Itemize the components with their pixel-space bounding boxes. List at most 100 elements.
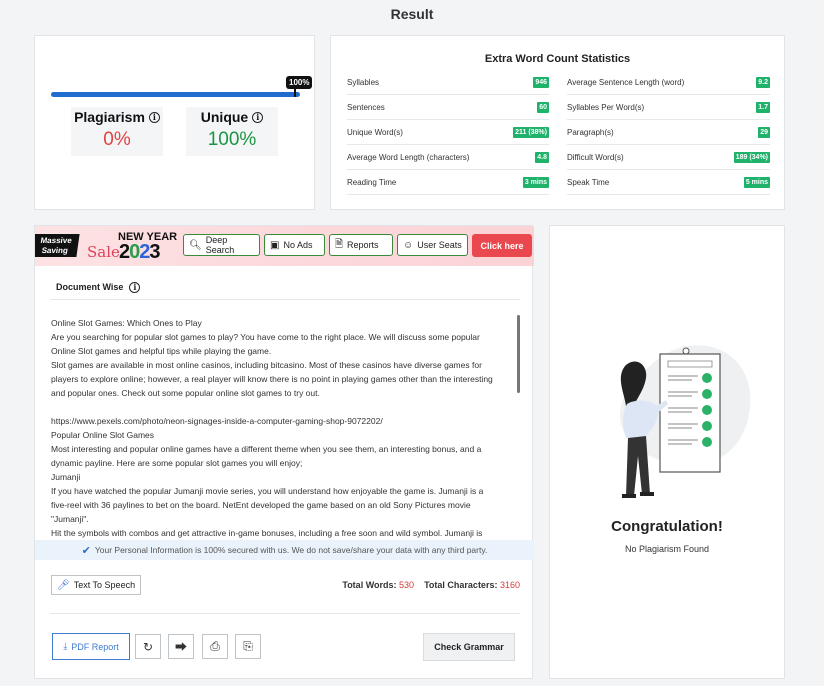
- document-line: Most interesting and popular online game…: [51, 444, 482, 454]
- user-icon: ☺: [403, 239, 414, 251]
- stat-value-badge: 1.7: [756, 101, 770, 113]
- microphone-icon: 🎤︎: [57, 579, 70, 591]
- document-line: [51, 400, 517, 414]
- stat-row: Speak Time 5 mins: [567, 170, 770, 195]
- stat-label: Syllables Per Word(s): [567, 102, 645, 112]
- stat-label: Syllables: [347, 77, 380, 87]
- unique-metric: Unique i 100%: [186, 107, 278, 156]
- stat-value-badge: 4.8: [535, 151, 549, 163]
- stat-value-badge: 60: [537, 101, 549, 113]
- unique-label: Unique: [200, 109, 249, 125]
- stat-value-badge: 5 mins: [743, 176, 770, 188]
- print-icon: ⎙: [210, 639, 220, 653]
- click-here-button[interactable]: Click here: [472, 234, 532, 257]
- print-button[interactable]: ⎙: [202, 634, 228, 659]
- info-icon[interactable]: i: [252, 111, 264, 123]
- no-ads-button[interactable]: ▣ No Ads: [264, 234, 325, 256]
- document-line: and popular ones. Check out some popular…: [51, 388, 320, 398]
- stat-label: Difficult Word(s): [567, 152, 624, 162]
- document-line: Popular Online Slot Games: [51, 430, 154, 440]
- stat-value-badge: 211 (38%): [513, 126, 549, 138]
- stat-label: Average Word Length (characters): [347, 152, 470, 162]
- total-words: 530: [399, 580, 415, 590]
- user-seats-button[interactable]: ☺ User Seats: [397, 234, 468, 256]
- document-line: If you have watched the popular Jumanji …: [51, 486, 484, 496]
- document-text[interactable]: Online Slot Games: Which Ones to Play Are…: [51, 316, 517, 539]
- download-icon: ⤓: [63, 641, 68, 651]
- stat-value-badge: 946: [533, 76, 549, 88]
- document-line: Slot games are available in most online …: [51, 360, 482, 370]
- plagiarism-value: 0%: [103, 129, 131, 150]
- privacy-notice: ✔ Your Personal Information is 100% secu…: [35, 540, 534, 560]
- action-bar: ⤓ PDF Report ↻ ⮕ ⎙ ⎘ Check Grammar: [52, 632, 522, 662]
- document-line: Online Slot Games: Which Ones to Play: [51, 318, 202, 328]
- stat-value-badge: 9.2: [756, 76, 770, 88]
- stat-label: Sentences: [347, 102, 385, 112]
- result-card: 100% Plagiarism i 0% Unique i 100%: [34, 35, 315, 210]
- stat-row: Paragraph(s) 29: [567, 120, 770, 145]
- reports-button[interactable]: 🗎 Reports: [329, 234, 393, 256]
- stat-value-badge: 3 mins: [522, 176, 549, 188]
- total-characters: 3160: [499, 580, 520, 590]
- progress-fill: [51, 92, 300, 97]
- ad-block-icon: ▣: [270, 239, 280, 251]
- plagiarism-label: Plagiarism: [74, 109, 145, 125]
- deep-search-button[interactable]: 🔍︎ Deep Search: [183, 234, 260, 256]
- document-line: Are you searching for popular slot games…: [51, 332, 480, 342]
- search-icon: 🔍︎: [189, 239, 202, 251]
- stats-title: Extra Word Count Statistics: [484, 53, 631, 65]
- progress-bar: [51, 92, 300, 97]
- share-icon: ⮕: [174, 640, 187, 654]
- checklist-illustration: [620, 345, 751, 498]
- year-text: 2023: [119, 241, 161, 263]
- page-title: Result: [390, 6, 434, 22]
- stat-label: Reading Time: [347, 177, 397, 187]
- document-line: five-reel with 36 paylines to bet on the…: [51, 500, 471, 510]
- stat-row: Syllables Per Word(s) 1.7: [567, 95, 770, 120]
- share-button[interactable]: ⮕: [168, 634, 194, 659]
- stat-label: Average Sentence Length (word): [567, 77, 685, 87]
- stat-label: Speak Time: [567, 177, 610, 187]
- massive-saving-tag: Massive Saving: [35, 234, 80, 257]
- document-line: Online Slot games and helpful tips while…: [51, 346, 272, 356]
- document-line: players to explore online; however, a re…: [51, 374, 493, 384]
- reload-button[interactable]: ↻: [135, 634, 161, 659]
- promo-banner[interactable]: Massive Saving NEW YEAR Sale 2023 🔍︎ Dee…: [35, 226, 534, 266]
- stat-value-badge: 189 (34%): [733, 151, 770, 163]
- no-plagiarism-text: No Plagiarism Found: [624, 544, 710, 554]
- congratulation-title: Congratulation!: [611, 518, 723, 535]
- tts-row: 🎤︎ Text To Speech Total Words: 530 Total…: [50, 564, 520, 614]
- document-line: https://www.pexels.com/photo/neon-signag…: [51, 416, 383, 426]
- reload-icon: ↻: [142, 639, 154, 654]
- info-icon[interactable]: i: [129, 281, 141, 293]
- stat-row: Syllables 946: [347, 70, 549, 95]
- document-line: Jumanji: [51, 472, 81, 482]
- sale-text: Sale: [87, 243, 120, 261]
- stat-row: Reading Time 3 mins: [347, 170, 549, 195]
- stat-label: Unique Word(s): [347, 127, 403, 137]
- copy-button[interactable]: ⎘: [235, 634, 261, 659]
- check-grammar-button[interactable]: Check Grammar: [423, 633, 515, 661]
- progress-badge: 100%: [286, 76, 313, 97]
- document-icon: 🗎: [335, 238, 344, 250]
- pdf-report-button[interactable]: ⤓ PDF Report: [52, 633, 130, 660]
- stat-row: Unique Word(s) 211 (38%): [347, 120, 549, 145]
- word-count-stats-card: Extra Word Count Statistics Syllables 94…: [330, 35, 785, 210]
- stat-row: Sentences 60: [347, 95, 549, 120]
- document-wise-header: Document Wise i: [50, 275, 520, 300]
- stat-label: Paragraph(s): [567, 127, 614, 137]
- totals: Total Words: 530 Total Characters: 3160: [342, 580, 520, 590]
- unique-value: 100%: [207, 129, 257, 150]
- congratulation-card: Congratulation! No Plagiarism Found: [549, 225, 785, 679]
- stat-value-badge: 29: [758, 126, 770, 138]
- text-to-speech-button[interactable]: 🎤︎ Text To Speech: [51, 575, 142, 595]
- document-line: Hit the symbols with combos and get attr…: [51, 528, 483, 538]
- stat-row: Average Word Length (characters) 4.8: [347, 145, 549, 170]
- info-icon[interactable]: i: [148, 111, 160, 123]
- copy-icon: ⎘: [243, 639, 253, 653]
- document-line: dynamic payline. Here are some popular s…: [51, 458, 303, 468]
- stat-row: Average Sentence Length (word) 9.2: [567, 70, 770, 95]
- stat-row: Difficult Word(s) 189 (34%): [567, 145, 770, 170]
- scrollbar[interactable]: [517, 315, 520, 393]
- document-line: "Jumanji".: [51, 514, 89, 524]
